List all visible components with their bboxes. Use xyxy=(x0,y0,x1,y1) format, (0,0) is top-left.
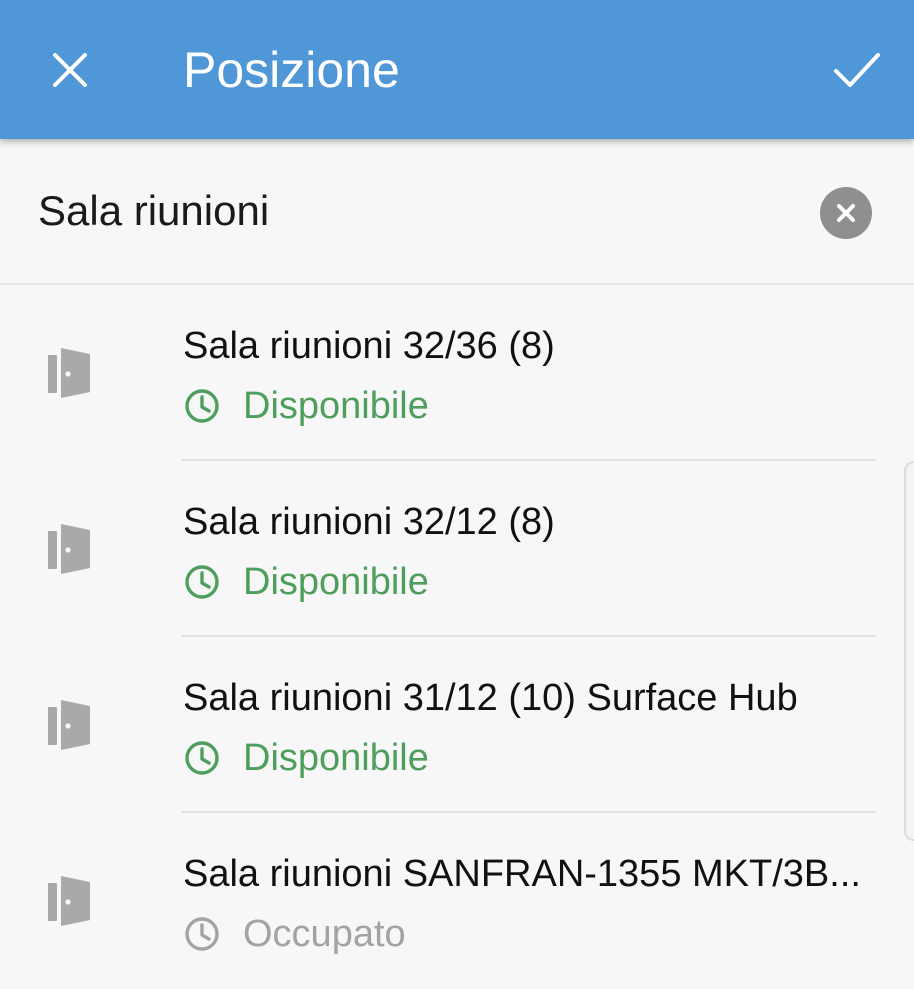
clear-icon xyxy=(837,204,855,222)
room-name: Sala riunioni 32/36 (8) xyxy=(183,325,555,367)
confirm-button[interactable] xyxy=(826,44,888,96)
status-label: Occupato xyxy=(243,913,406,955)
search-bar xyxy=(0,139,914,285)
room-status: Occupato xyxy=(183,911,406,957)
door-icon xyxy=(48,700,90,750)
close-icon xyxy=(53,53,87,87)
room-status: Disponibile xyxy=(183,735,429,781)
clock-icon xyxy=(185,917,219,951)
room-list: Sala riunioni 32/36 (8) Disponibile Sala… xyxy=(0,285,914,956)
app-bar: Posizione xyxy=(0,0,914,139)
room-status: Disponibile xyxy=(183,559,429,605)
door-icon xyxy=(48,348,90,398)
status-label: Disponibile xyxy=(243,561,429,603)
close-button[interactable] xyxy=(44,44,96,96)
room-name: Sala riunioni 31/12 (10) Surface Hub xyxy=(183,677,798,719)
list-item[interactable]: Sala riunioni 32/12 (8) Disponibile xyxy=(0,461,914,637)
search-input[interactable] xyxy=(38,179,778,243)
clock-icon xyxy=(185,741,219,775)
status-label: Disponibile xyxy=(243,385,429,427)
page-title: Posizione xyxy=(183,42,400,98)
clear-search-button[interactable] xyxy=(820,187,872,239)
checkmark-icon xyxy=(834,53,880,87)
room-name: Sala riunioni 32/12 (8) xyxy=(183,501,555,543)
room-name: Sala riunioni SANFRAN-1355 MKT/3B... xyxy=(183,853,861,895)
list-item[interactable]: Sala riunioni 31/12 (10) Surface Hub Dis… xyxy=(0,637,914,813)
list-item[interactable]: Sala riunioni 32/36 (8) Disponibile xyxy=(0,285,914,461)
room-status: Disponibile xyxy=(183,383,429,429)
door-icon xyxy=(48,876,90,926)
clock-icon xyxy=(185,565,219,599)
door-icon xyxy=(48,524,90,574)
list-item[interactable]: Sala riunioni SANFRAN-1355 MKT/3B... Occ… xyxy=(0,813,914,989)
clock-icon xyxy=(185,389,219,423)
scrollbar[interactable] xyxy=(904,461,914,841)
status-label: Disponibile xyxy=(243,737,429,779)
